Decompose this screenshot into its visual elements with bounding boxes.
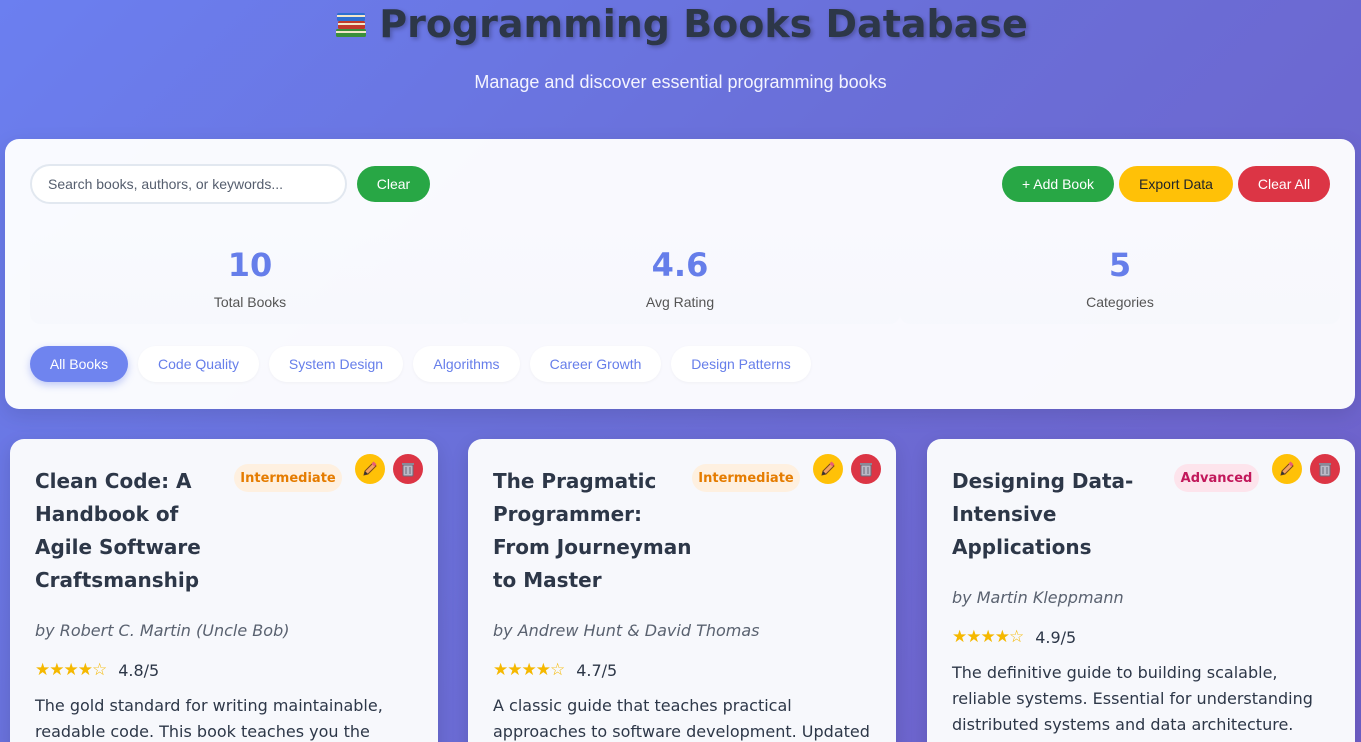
- page-title: Programming Books Database: [0, 2, 1361, 46]
- book-title: The Pragmatic Programmer: From Journeyma…: [493, 469, 692, 592]
- pencil-icon: [1280, 461, 1294, 476]
- stat-avg-rating: 4.6 Avg Rating: [460, 224, 900, 324]
- books-icon: [336, 13, 367, 37]
- stat-categories: 5 Categories: [900, 224, 1340, 324]
- filter-code-quality[interactable]: Code Quality: [138, 346, 259, 382]
- level-badge: Advanced: [1174, 464, 1259, 492]
- rating-value: 4.7/5: [576, 660, 618, 680]
- book-description: The definitive guide to building scalabl…: [952, 663, 1313, 734]
- filter-design-patterns[interactable]: Design Patterns: [671, 346, 811, 382]
- star-rating-icon: ★★★★☆: [493, 660, 565, 680]
- book-description: The gold standard for writing maintainab…: [35, 696, 383, 741]
- trash-icon: [860, 463, 872, 477]
- book-rating: ★★★★☆ 4.7/5: [493, 660, 617, 680]
- star-rating-icon: ★★★★☆: [952, 627, 1024, 647]
- export-data-button[interactable]: Export Data: [1119, 166, 1233, 202]
- book-title: Clean Code: A Handbook of Agile Software…: [35, 469, 201, 592]
- rating-value: 4.9/5: [1035, 627, 1077, 647]
- delete-button[interactable]: [851, 454, 881, 484]
- book-description: A classic guide that teaches practical a…: [493, 696, 870, 741]
- delete-button[interactable]: [393, 454, 423, 484]
- level-badge: Intermediate: [234, 464, 342, 492]
- add-book-button[interactable]: + Add Book: [1002, 166, 1114, 202]
- edit-button[interactable]: [355, 454, 385, 484]
- stat-label: Total Books: [213, 294, 287, 310]
- stats-row: 10 Total Books 4.6 Avg Rating 5 Categori…: [30, 224, 1340, 324]
- delete-button[interactable]: [1310, 454, 1340, 484]
- filter-career-growth[interactable]: Career Growth: [530, 346, 661, 382]
- book-author: by Robert C. Martin (Uncle Bob): [35, 621, 290, 640]
- edit-button[interactable]: [1272, 454, 1302, 484]
- search-input[interactable]: [30, 164, 347, 204]
- stat-label: Categories: [1086, 294, 1154, 310]
- page-title-text: Programming Books Database: [379, 2, 1028, 46]
- clear-all-button[interactable]: Clear All: [1238, 166, 1330, 202]
- stat-total-books: 10 Total Books: [30, 224, 470, 324]
- filter-algorithms[interactable]: Algorithms: [413, 346, 520, 382]
- level-badge: Intermediate: [692, 464, 800, 492]
- control-panel: Clear + Add Book Export Data Clear All 1…: [5, 139, 1355, 409]
- trash-icon: [402, 463, 414, 477]
- page-subtitle: Manage and discover essential programmin…: [474, 72, 887, 92]
- stat-value: 5: [1108, 246, 1132, 284]
- edit-button[interactable]: [813, 454, 843, 484]
- filter-system-design[interactable]: System Design: [269, 346, 403, 382]
- book-title: Designing Data-Intensive Applications: [952, 469, 1134, 559]
- star-rating-icon: ★★★★☆: [35, 660, 107, 680]
- book-rating: ★★★★☆ 4.8/5: [35, 660, 159, 680]
- book-author: by Martin Kleppmann: [952, 588, 1124, 607]
- trash-icon: [1319, 463, 1331, 477]
- stat-label: Avg Rating: [645, 294, 715, 310]
- rating-value: 4.8/5: [118, 660, 160, 680]
- book-author: by Andrew Hunt & David Thomas: [493, 621, 760, 640]
- book-card: The Pragmatic Programmer: From Journeyma…: [468, 439, 896, 742]
- stat-value: 10: [227, 246, 273, 284]
- pencil-icon: [363, 461, 377, 476]
- filter-all-books[interactable]: All Books: [30, 346, 128, 382]
- book-card: Designing Data-Intensive Applications Ad…: [927, 439, 1355, 742]
- book-rating: ★★★★☆ 4.9/5: [952, 627, 1076, 647]
- clear-search-button[interactable]: Clear: [357, 166, 430, 202]
- pencil-icon: [821, 461, 835, 476]
- stat-value: 4.6: [651, 246, 709, 284]
- book-card: Clean Code: A Handbook of Agile Software…: [10, 439, 438, 742]
